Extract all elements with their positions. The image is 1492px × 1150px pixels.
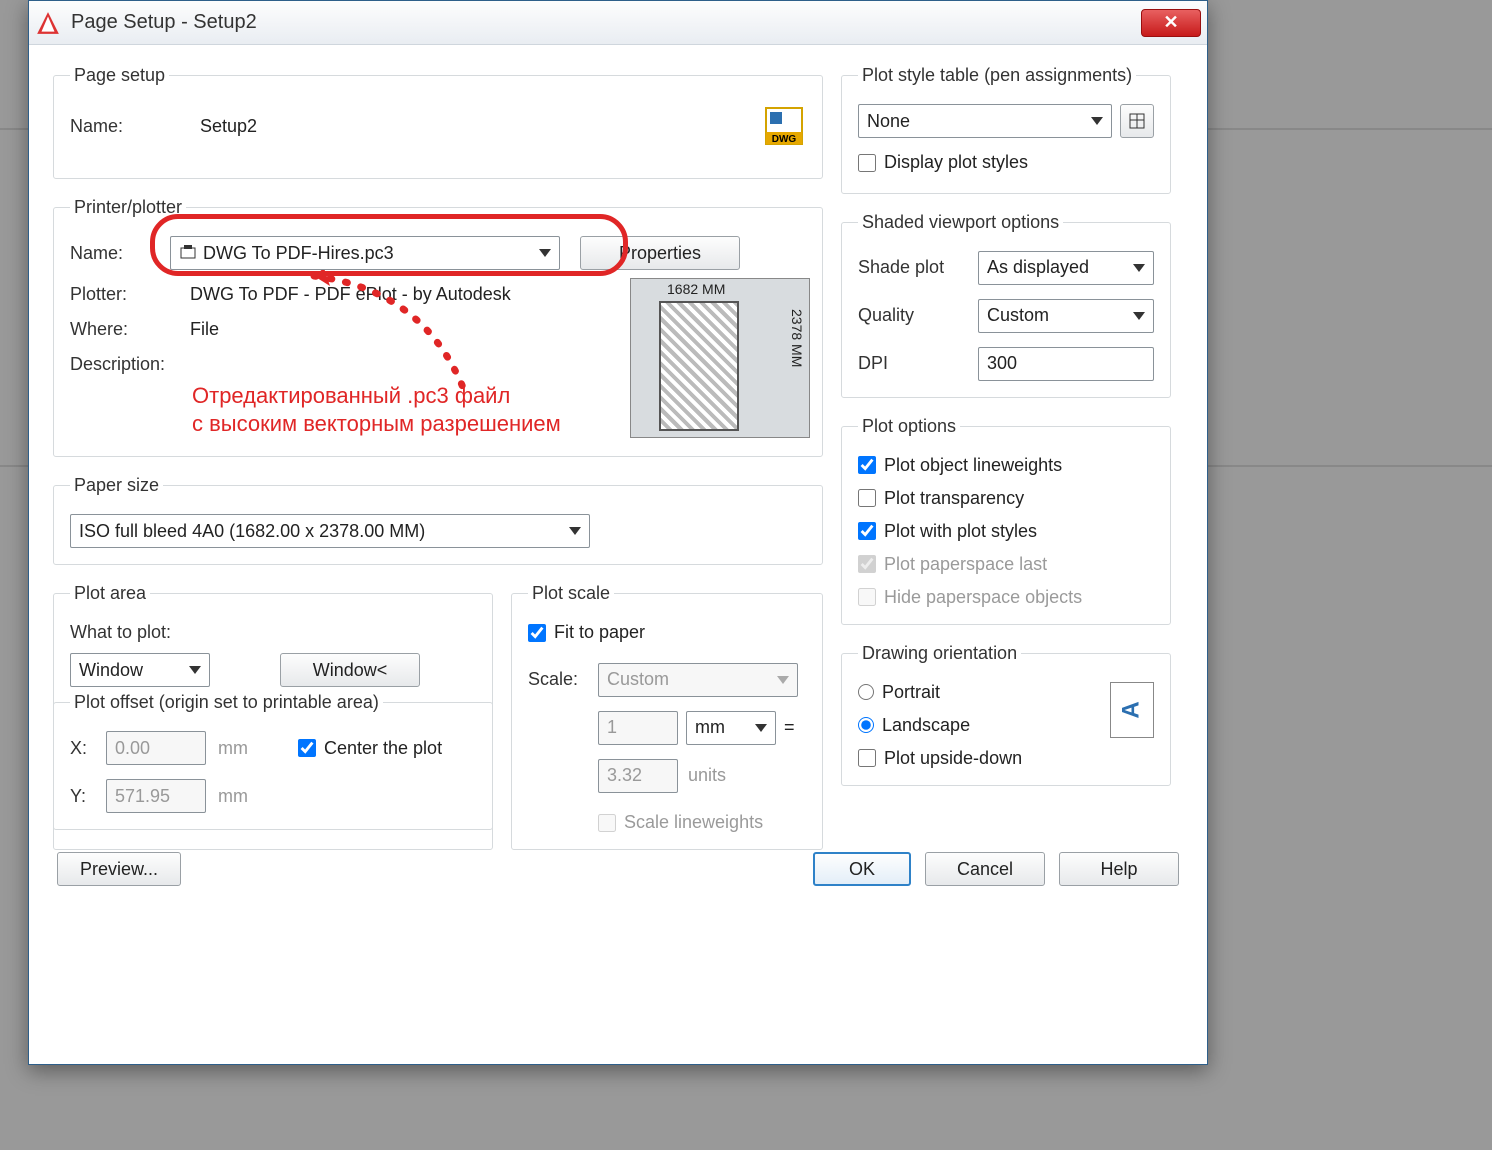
orientation-icon: A	[1110, 682, 1154, 738]
fit-to-paper-checkbox[interactable]: Fit to paper	[528, 622, 645, 643]
page-setup-dialog: Page Setup - Setup2 ✕ Page setup Name: S…	[28, 0, 1208, 1065]
help-button[interactable]: Help	[1059, 852, 1179, 886]
plot-style-group: Plot style table (pen assignments) None	[841, 65, 1171, 194]
close-button[interactable]: ✕	[1141, 9, 1201, 37]
shade-plot-combo[interactable]: As displayed	[978, 251, 1154, 285]
plot-transparency-checkbox[interactable]: Plot transparency	[858, 488, 1154, 509]
what-to-plot-label: What to plot:	[70, 622, 476, 643]
paper-size-combo[interactable]: ISO full bleed 4A0 (1682.00 x 2378.00 MM…	[70, 514, 590, 548]
shade-plot-label: Shade plot	[858, 257, 978, 278]
scale-label: Scale:	[528, 669, 598, 690]
plot-offset-group: Plot offset (origin set to printable are…	[53, 692, 493, 830]
orientation-legend: Drawing orientation	[858, 643, 1021, 664]
plot-with-styles-checkbox[interactable]: Plot with plot styles	[858, 521, 1154, 542]
where-label: Where:	[70, 319, 190, 340]
window-title: Page Setup - Setup2	[71, 11, 257, 34]
plot-offset-legend: Plot offset (origin set to printable are…	[70, 692, 383, 713]
dwg-icon: DWG	[762, 104, 806, 148]
portrait-radio[interactable]: Portrait	[858, 682, 1110, 703]
printer-plotter-group: Printer/plotter Name: DWG To PDF-Hires.p…	[53, 197, 823, 457]
preview-button[interactable]: Preview...	[57, 852, 181, 886]
where-value: File	[190, 319, 219, 340]
plot-lineweights-checkbox[interactable]: Plot object lineweights	[858, 455, 1154, 476]
quality-label: Quality	[858, 305, 978, 326]
plot-paperspace-last-checkbox: Plot paperspace last	[858, 554, 1154, 575]
paper-size-selected: ISO full bleed 4A0 (1682.00 x 2378.00 MM…	[79, 521, 425, 542]
scale-equals: =	[784, 717, 795, 738]
offset-y-label: Y:	[70, 786, 106, 807]
window-button[interactable]: Window<	[280, 653, 420, 687]
cancel-button[interactable]: Cancel	[925, 852, 1045, 886]
offset-y-unit: mm	[218, 786, 248, 807]
hide-paperspace-checkbox: Hide paperspace objects	[858, 587, 1154, 608]
shaded-viewport-group: Shaded viewport options Shade plot As di…	[841, 212, 1171, 398]
plot-options-group: Plot options Plot object lineweights Plo…	[841, 416, 1171, 625]
landscape-radio[interactable]: Landscape	[858, 715, 1110, 736]
plot-area-legend: Plot area	[70, 583, 150, 604]
quality-combo[interactable]: Custom	[978, 299, 1154, 333]
center-plot-checkbox[interactable]: Center the plot	[298, 738, 442, 759]
page-setup-group: Page setup Name: Setup2 DWG	[53, 65, 823, 179]
offset-y-input: 571.95	[106, 779, 206, 813]
plot-options-legend: Plot options	[858, 416, 960, 437]
scale-unit-combo[interactable]: mm	[686, 711, 776, 745]
offset-x-unit: mm	[218, 738, 248, 759]
app-icon	[35, 10, 61, 36]
ok-button[interactable]: OK	[813, 852, 911, 886]
annotation-callout	[150, 214, 628, 276]
offset-x-label: X:	[70, 738, 106, 759]
scale-combo: Custom	[598, 663, 798, 697]
page-setup-name-value: Setup2	[200, 116, 257, 137]
description-label: Description:	[70, 354, 190, 375]
paper-size-legend: Paper size	[70, 475, 163, 496]
plot-scale-group: Plot scale Fit to paper Scale: Custom	[511, 583, 823, 850]
scale-lineweights-checkbox: Scale lineweights	[528, 812, 763, 833]
plot-scale-legend: Plot scale	[528, 583, 614, 604]
offset-x-input: 0.00	[106, 731, 206, 765]
table-icon	[1128, 112, 1146, 130]
plot-style-legend: Plot style table (pen assignments)	[858, 65, 1136, 86]
scale-value-2: 3.32	[598, 759, 678, 793]
scale-units-label: units	[688, 765, 726, 786]
upside-down-checkbox[interactable]: Plot upside-down	[858, 748, 1110, 769]
paper-size-group: Paper size ISO full bleed 4A0 (1682.00 x…	[53, 475, 823, 565]
paper-height-label: 2378 MM	[789, 309, 805, 367]
dpi-input[interactable]: 300	[978, 347, 1154, 381]
titlebar: Page Setup - Setup2 ✕	[29, 1, 1207, 45]
display-plot-styles-checkbox[interactable]: Display plot styles	[858, 152, 1028, 173]
page-setup-legend: Page setup	[70, 65, 169, 86]
plot-style-combo[interactable]: None	[858, 104, 1112, 138]
dpi-label: DPI	[858, 353, 978, 374]
svg-text:DWG: DWG	[772, 134, 797, 145]
shaded-legend: Shaded viewport options	[858, 212, 1063, 233]
what-to-plot-combo[interactable]: Window	[70, 653, 210, 687]
plotter-label: Plotter:	[70, 284, 190, 305]
scale-value-1: 1	[598, 711, 678, 745]
annotation-arrow	[304, 270, 504, 400]
paper-preview: 1682 MM 2378 MM	[630, 278, 810, 438]
page-setup-name-label: Name:	[70, 116, 200, 137]
paper-width-label: 1682 MM	[667, 281, 725, 297]
orientation-group: Drawing orientation Portrait Landscape P…	[841, 643, 1171, 786]
plot-style-edit-button[interactable]	[1120, 104, 1154, 138]
